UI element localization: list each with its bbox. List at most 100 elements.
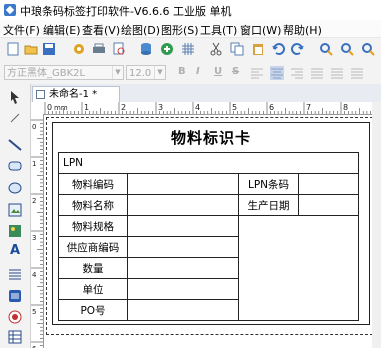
justify-icon[interactable] [310, 66, 324, 80]
font-size-select[interactable]: 12.0 ▼ [126, 65, 166, 80]
font-family-select[interactable]: 方正黑体_GBK2L ▼ [4, 65, 124, 80]
menu-bar: 文件(F) 编辑(E) 查看(V) 绘图(D) 图形(S) 工具(T) 窗口(W… [0, 20, 381, 37]
value-cell[interactable] [127, 299, 239, 321]
ruler-tick-label: 0 [47, 103, 52, 112]
row-label[interactable]: 供应商编码 [58, 236, 128, 258]
line-tool-icon[interactable] [8, 138, 22, 152]
table-row: 物料编码 LPN条码 [58, 173, 360, 195]
lpn-cell[interactable]: LPN [57, 152, 360, 174]
chevron-down-icon[interactable]: ▼ [112, 66, 123, 79]
picture-tool-icon[interactable] [8, 224, 22, 238]
undo-icon[interactable] [271, 42, 285, 56]
document-icon [36, 90, 45, 99]
value-cell[interactable] [127, 236, 239, 258]
cut-icon[interactable] [209, 42, 223, 56]
new-file-icon[interactable] [6, 42, 20, 56]
right-field-label[interactable]: 生产日期 [238, 194, 299, 216]
list-tool-icon[interactable] [8, 267, 22, 281]
value-cell[interactable] [127, 173, 239, 195]
italic-button[interactable]: I [196, 66, 200, 77]
ruler-tick-label: 6 [269, 103, 274, 112]
menu-draw[interactable]: 绘图(D) [121, 22, 160, 38]
app-logo-icon [4, 4, 16, 16]
window-title: 中琅条码标签打印软件-V6.6.6 工业版 单机 [20, 5, 232, 18]
row-label[interactable]: 数量 [58, 257, 128, 279]
format-toolbar: 方正黑体_GBK2L ▼ 12.0 ▼ B I U S [0, 62, 381, 85]
value-cell[interactable] [297, 173, 360, 195]
settings-gear-icon[interactable] [72, 42, 86, 56]
save-icon[interactable] [42, 42, 56, 56]
open-folder-icon[interactable] [24, 42, 38, 56]
align-left-icon[interactable] [250, 66, 264, 80]
bold-button[interactable]: B [178, 66, 186, 77]
ruler-tick-label: 0 [32, 123, 36, 131]
main-toolbar [0, 37, 381, 63]
value-cell[interactable] [297, 194, 360, 216]
row-label[interactable]: 物料规格 [58, 215, 128, 237]
label-frame[interactable]: 物料标识卡 LPN 物料编码 LPN条码 物料名称 生产日期 物料规格 供应商编… [52, 122, 370, 325]
align-right-icon[interactable] [290, 66, 304, 80]
label-page[interactable]: 物料标识卡 LPN 物料编码 LPN条码 物料名称 生产日期 物料规格 供应商编… [46, 117, 378, 335]
right-field-label[interactable]: LPN条码 [238, 173, 299, 195]
text-direction-icon[interactable] [350, 66, 364, 80]
value-cell[interactable] [127, 278, 239, 300]
line-spacing-icon[interactable] [330, 66, 344, 80]
design-canvas[interactable]: 物料标识卡 LPN 物料编码 LPN条码 物料名称 生产日期 物料规格 供应商编… [44, 115, 381, 348]
ruler-tick-label: 5 [232, 103, 237, 112]
paste-icon[interactable] [251, 42, 265, 56]
grid-icon[interactable] [181, 42, 195, 56]
print-icon[interactable] [92, 42, 106, 56]
zoom-in-icon[interactable] [319, 42, 333, 56]
data-source-icon[interactable] [160, 42, 174, 56]
row-label[interactable]: PO号 [58, 299, 128, 321]
redo-icon[interactable] [291, 42, 305, 56]
ruler-ticks-vertical: 0123456 [31, 119, 43, 348]
align-center-icon[interactable] [270, 66, 284, 80]
table-tool-icon[interactable] [8, 330, 22, 344]
copy-icon[interactable] [230, 42, 244, 56]
menu-help[interactable]: 帮助(H) [283, 22, 322, 38]
rectangle-tool-icon[interactable] [8, 159, 22, 173]
chevron-down-icon[interactable]: ▼ [154, 66, 165, 79]
table-row: LPN [57, 152, 360, 174]
zoom-fit-icon[interactable] [361, 42, 375, 56]
drawing-tool-palette: A [0, 84, 31, 348]
menu-file[interactable]: 文件(F) [3, 22, 40, 38]
row-label[interactable]: 物料编码 [58, 173, 128, 195]
menu-view[interactable]: 查看(V) [82, 22, 120, 38]
font-size-value: 12.0 [129, 68, 152, 79]
value-cell[interactable] [127, 215, 239, 237]
select-pointer-icon[interactable] [8, 90, 22, 104]
document-tab-bar: 未命名-1 * [31, 84, 381, 102]
table-row: 物料名称 生产日期 [58, 194, 360, 216]
vertical-scrollbar[interactable] [372, 102, 381, 348]
strikethrough-button[interactable]: S [232, 66, 239, 77]
row-label[interactable]: 物料名称 [58, 194, 128, 216]
qrcode-tool-icon[interactable] [8, 310, 22, 324]
ruler-tick-label: 1 [32, 160, 36, 168]
text-tool-icon[interactable]: A [8, 244, 22, 258]
label-title[interactable]: 物料标识卡 [53, 127, 369, 148]
zoom-out-icon[interactable] [340, 42, 354, 56]
value-cell[interactable] [127, 257, 239, 279]
barcode-area-cell[interactable] [237, 215, 360, 321]
title-bar: 中琅条码标签打印软件-V6.6.6 工业版 单机 [0, 0, 381, 21]
menu-tools[interactable]: 工具(T) [200, 22, 237, 38]
database-icon[interactable] [139, 42, 153, 56]
barcode-tool-icon[interactable] [8, 289, 22, 303]
menu-edit[interactable]: 编辑(E) [43, 22, 81, 38]
ruler-tick-label: 7 [306, 103, 311, 112]
menu-window[interactable]: 窗口(W) [240, 22, 281, 38]
edit-node-icon[interactable] [8, 111, 22, 125]
ruler-tick-label: 1 [84, 103, 89, 112]
tab-document[interactable]: 未命名-1 * [32, 86, 120, 102]
print-preview-icon[interactable] [112, 42, 126, 56]
material-id-table[interactable]: LPN 物料编码 LPN条码 物料名称 生产日期 物料规格 供应商编码 数量 单… [57, 152, 360, 321]
image-tool-icon[interactable] [8, 203, 22, 217]
value-cell[interactable] [127, 194, 239, 216]
ruler-tick-label: 4 [195, 103, 200, 112]
row-label[interactable]: 单位 [58, 278, 128, 300]
menu-shape[interactable]: 图形(S) [161, 22, 199, 38]
underline-button[interactable]: U [214, 66, 222, 77]
ellipse-tool-icon[interactable] [8, 181, 22, 195]
